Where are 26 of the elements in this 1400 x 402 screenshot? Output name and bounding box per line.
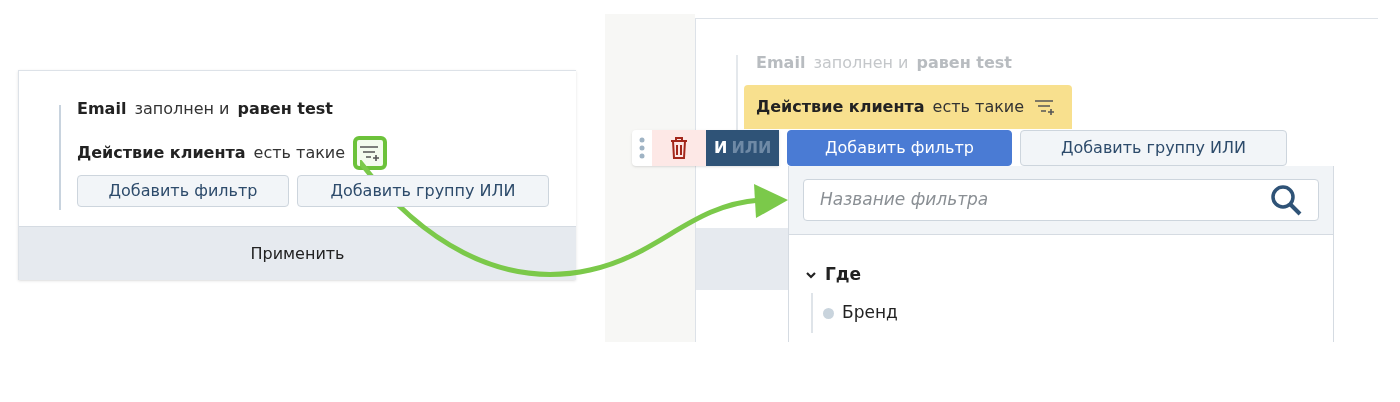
field-name: Действие клиента [77,142,246,164]
operator-text: заполнен и [134,98,230,120]
condition-row[interactable]: Email заполнен и равен test [65,87,576,131]
add-button[interactable]: Добавить фильтр [77,175,289,207]
add-button[interactable]: Добавить группу ИЛИ [297,175,549,207]
apply-button[interactable]: Применить [19,226,576,280]
field-name: Действие клиента [756,96,925,118]
chevron-icon[interactable] [805,270,817,280]
add-button[interactable]: Добавить группу ИЛИ [1020,130,1287,166]
delete-button[interactable] [652,130,706,166]
condition-row[interactable]: Действие клиента есть такие [65,131,576,175]
operator-text: есть такие [253,142,346,164]
tree-item[interactable]: Бренд [842,300,898,326]
add-button[interactable]: Добавить фильтр [787,130,1012,166]
tree-group[interactable]: Где [825,262,862,288]
logic-toggle[interactable]: И [714,136,728,160]
value-text: равен test [237,98,333,120]
operator-text: заполнен и [813,52,909,74]
value-text: равен test [916,52,1012,74]
field-name: Email [77,98,127,120]
search-icon[interactable] [1270,184,1302,216]
field-name: Email [756,52,806,74]
trash-icon [670,137,688,159]
selected-condition[interactable]: Действие клиента есть такие [744,85,1072,129]
operator-text: есть такие [932,96,1025,118]
add-filter-icon[interactable] [353,136,388,170]
